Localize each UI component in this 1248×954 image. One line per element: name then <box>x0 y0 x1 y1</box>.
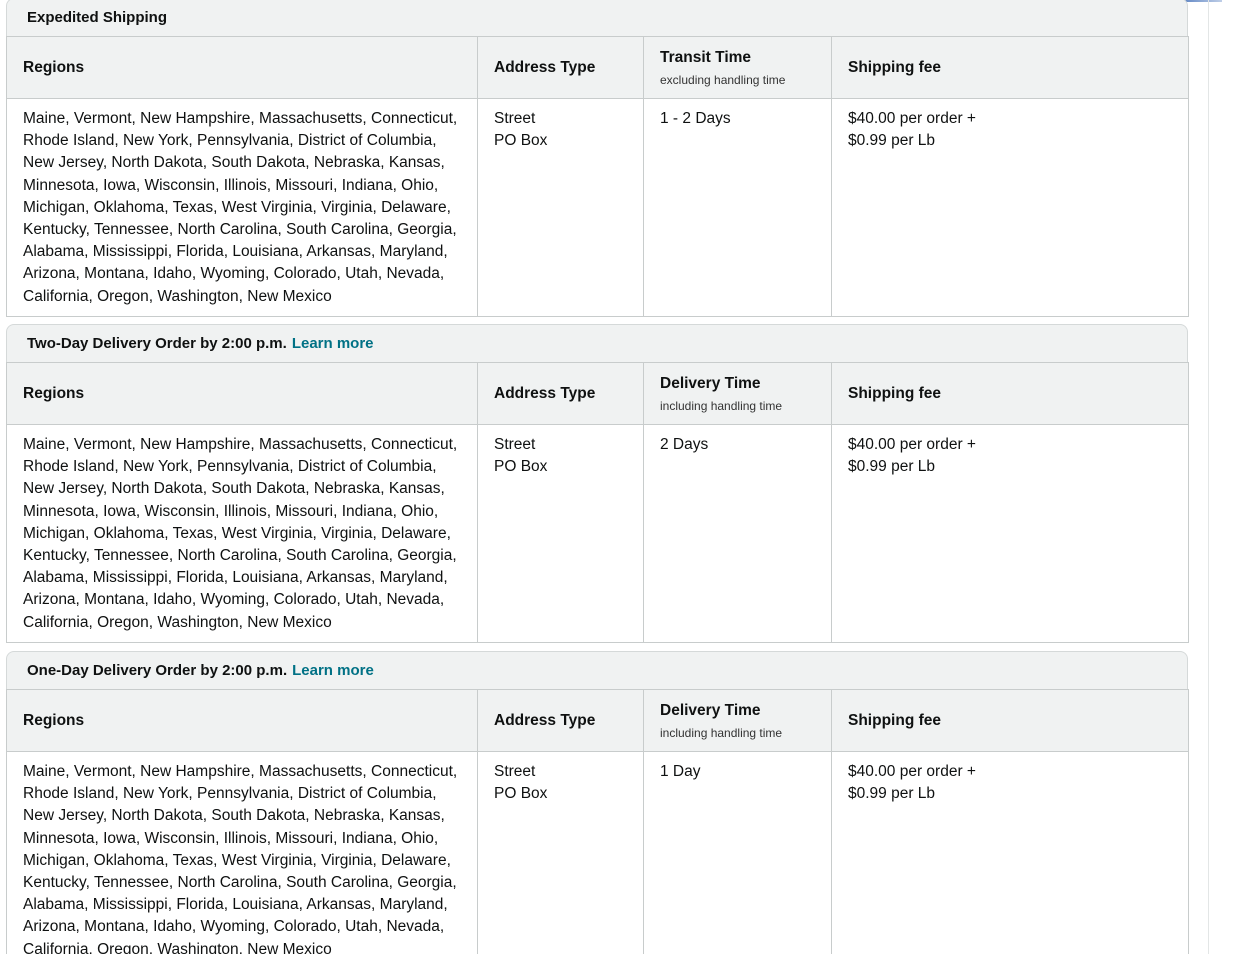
address-type-cell: Street PO Box <box>477 751 644 954</box>
time-header-label: Delivery Time <box>660 374 761 392</box>
scrollbar-track[interactable] <box>1208 0 1209 954</box>
regions-cell: Maine, Vermont, New Hampshire, Massachus… <box>6 751 478 954</box>
section-title: One-Day Delivery Order by 2:00 p.m. <box>27 662 288 679</box>
section-expedited-shipping: Expedited Shipping Regions Address Type … <box>6 0 1189 317</box>
table-row: Maine, Vermont, New Hampshire, Massachus… <box>6 424 1189 643</box>
section-two-day-delivery: Two-Day Delivery Order by 2:00 p.m. Lear… <box>6 324 1189 643</box>
time-cell: 2 Days <box>643 424 832 643</box>
column-header-address-type: Address Type <box>477 689 644 752</box>
fee-per-lb: $0.99 per Lb <box>848 785 936 803</box>
section-title: Two-Day Delivery Order by 2:00 p.m. <box>27 335 287 352</box>
fee-cell: $40.00 per order + $0.99 per Lb <box>831 424 1189 643</box>
time-header-label: Delivery Time <box>660 701 761 719</box>
regions-text: Maine, Vermont, New Hampshire, Massachus… <box>23 110 458 305</box>
time-cell: 1 Day <box>643 751 832 954</box>
column-header-regions: Regions <box>6 362 478 425</box>
regions-cell: Maine, Vermont, New Hampshire, Massachus… <box>6 98 478 317</box>
regions-text: Maine, Vermont, New Hampshire, Massachus… <box>23 763 458 954</box>
table-row: Maine, Vermont, New Hampshire, Massachus… <box>6 98 1189 317</box>
fee-per-order: $40.00 per order + <box>848 436 976 453</box>
fee-per-lb: $0.99 per Lb <box>848 458 936 476</box>
section-header: One-Day Delivery Order by 2:00 p.m. Lear… <box>6 651 1188 689</box>
fee-cell: $40.00 per order + $0.99 per Lb <box>831 751 1189 954</box>
time-header-label: Transit Time <box>660 48 752 66</box>
column-header-fee: Shipping fee <box>831 36 1189 99</box>
column-header-regions: Regions <box>6 36 478 99</box>
time-header-note: including handling time <box>660 725 783 740</box>
time-header-note: excluding handling time <box>660 72 786 87</box>
fee-per-order: $40.00 per order + <box>848 763 976 780</box>
shipping-table: Regions Address Type Delivery Time inclu… <box>6 362 1189 643</box>
learn-more-link[interactable]: Learn more <box>292 335 374 352</box>
regions-text: Maine, Vermont, New Hampshire, Massachus… <box>23 436 458 631</box>
shipping-table: Regions Address Type Transit Time exclud… <box>6 36 1189 317</box>
shipping-table: Regions Address Type Delivery Time inclu… <box>6 689 1189 954</box>
address-type-street: Street <box>494 436 536 453</box>
column-header-fee: Shipping fee <box>831 362 1189 425</box>
column-header-time: Delivery Time including handling time <box>643 362 832 425</box>
address-type-cell: Street PO Box <box>477 424 644 643</box>
section-header: Two-Day Delivery Order by 2:00 p.m. Lear… <box>6 324 1188 362</box>
column-header-time: Transit Time excluding handling time <box>643 36 832 99</box>
regions-cell: Maine, Vermont, New Hampshire, Massachus… <box>6 424 478 643</box>
section-header: Expedited Shipping <box>6 0 1188 36</box>
address-type-street: Street <box>494 763 536 780</box>
table-header-row: Regions Address Type Delivery Time inclu… <box>6 689 1189 752</box>
column-header-fee: Shipping fee <box>831 689 1189 752</box>
learn-more-link[interactable]: Learn more <box>292 662 374 679</box>
section-title: Expedited Shipping <box>27 9 168 26</box>
table-header-row: Regions Address Type Transit Time exclud… <box>6 36 1189 99</box>
address-type-po-box: PO Box <box>494 458 548 476</box>
column-header-regions: Regions <box>6 689 478 752</box>
column-header-address-type: Address Type <box>477 362 644 425</box>
time-cell: 1 - 2 Days <box>643 98 832 317</box>
address-type-po-box: PO Box <box>494 785 548 803</box>
address-type-street: Street <box>494 110 536 127</box>
address-type-po-box: PO Box <box>494 132 548 150</box>
table-row: Maine, Vermont, New Hampshire, Massachus… <box>6 751 1189 954</box>
section-one-day-delivery: One-Day Delivery Order by 2:00 p.m. Lear… <box>6 651 1189 954</box>
fee-per-lb: $0.99 per Lb <box>848 132 936 150</box>
time-header-note: including handling time <box>660 398 783 413</box>
fee-cell: $40.00 per order + $0.99 per Lb <box>831 98 1189 317</box>
column-header-time: Delivery Time including handling time <box>643 689 832 752</box>
address-type-cell: Street PO Box <box>477 98 644 317</box>
fee-per-order: $40.00 per order + <box>848 110 976 127</box>
table-header-row: Regions Address Type Delivery Time inclu… <box>6 362 1189 425</box>
shipping-rates-page: Expedited Shipping Regions Address Type … <box>0 0 1248 954</box>
column-header-address-type: Address Type <box>477 36 644 99</box>
